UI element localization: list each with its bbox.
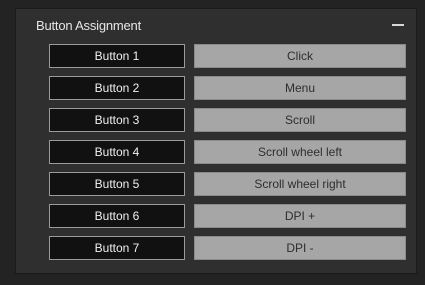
action-selector[interactable]: Scroll [194, 108, 406, 132]
panel-header: Button Assignment [16, 9, 416, 39]
assignment-row: Button 6 DPI + [49, 204, 423, 228]
assignment-row: Button 2 Menu [49, 76, 423, 100]
assignment-row: Button 7 DPI - [49, 236, 423, 260]
action-selector[interactable]: DPI + [194, 204, 406, 228]
action-selector[interactable]: Scroll wheel left [194, 140, 406, 164]
button-assignment-panel: Button Assignment Button 1 Click Button … [15, 8, 417, 274]
button-label: Button 5 [49, 172, 185, 196]
action-selector[interactable]: Scroll wheel right [194, 172, 406, 196]
button-label: Button 6 [49, 204, 185, 228]
panel-title: Button Assignment [36, 18, 141, 33]
button-label: Button 1 [49, 44, 185, 68]
action-selector[interactable]: DPI - [194, 236, 406, 260]
button-label: Button 3 [49, 108, 185, 132]
action-selector[interactable]: Click [194, 44, 406, 68]
window-background: Button Assignment Button 1 Click Button … [0, 0, 425, 285]
assignment-row: Button 3 Scroll [49, 108, 423, 132]
button-label: Button 7 [49, 236, 185, 260]
button-label: Button 2 [49, 76, 185, 100]
assignment-row: Button 1 Click [49, 44, 423, 68]
button-label: Button 4 [49, 140, 185, 164]
assignment-row: Button 5 Scroll wheel right [49, 172, 423, 196]
minus-icon[interactable] [390, 19, 406, 31]
collapse-bar [392, 24, 404, 26]
action-selector[interactable]: Menu [194, 76, 406, 100]
assignment-row: Button 4 Scroll wheel left [49, 140, 423, 164]
